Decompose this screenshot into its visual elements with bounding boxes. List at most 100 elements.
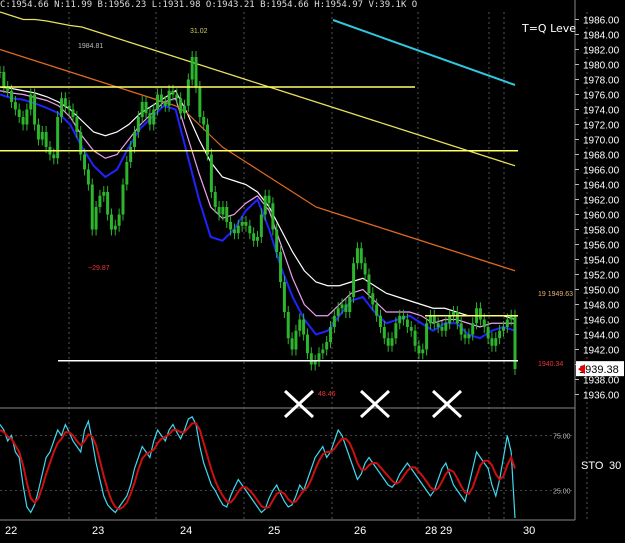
candle-body xyxy=(171,90,175,95)
candle-body xyxy=(302,319,306,335)
price-annotation: ~29.87 xyxy=(88,265,110,272)
price-tick-label: 1960.00 xyxy=(583,211,620,222)
candle-body xyxy=(140,102,144,117)
candle-body xyxy=(236,225,240,234)
candle-body xyxy=(221,207,225,215)
price-tick-label: 1966.00 xyxy=(583,166,620,177)
date-label: 26 xyxy=(354,525,366,537)
candle-body xyxy=(382,327,386,339)
price-tick-label: 1938.00 xyxy=(583,376,620,387)
candle-body xyxy=(463,334,467,339)
price-tick-label: 1950.00 xyxy=(583,286,620,297)
date-label: 29 xyxy=(440,525,452,537)
candle-body xyxy=(56,117,60,159)
candle-body xyxy=(17,109,21,117)
candle-body xyxy=(371,293,375,305)
candle-body xyxy=(305,334,309,354)
candle-body xyxy=(113,225,117,230)
price-tick-label: 1976.00 xyxy=(583,91,620,102)
candle-body xyxy=(256,237,259,241)
price-tick-label: 1980.00 xyxy=(583,61,620,72)
price-tick-label: 1968.00 xyxy=(583,151,620,162)
candle-body xyxy=(29,94,33,110)
candle-body xyxy=(229,222,233,230)
price-tick-label: 1974.00 xyxy=(583,106,620,117)
candle-body xyxy=(133,132,137,147)
candle-body xyxy=(344,304,348,312)
candle-body xyxy=(40,132,44,140)
stoch-tick-label: 75.00 xyxy=(553,434,571,441)
candle-body xyxy=(359,248,363,264)
candle-body xyxy=(129,147,133,162)
date-label: 28 xyxy=(425,525,437,537)
candle-body xyxy=(482,319,486,327)
candle-body xyxy=(394,323,398,339)
price-tick-label: 1984.00 xyxy=(583,31,620,42)
candle-body xyxy=(182,105,186,114)
candle-body xyxy=(478,308,482,320)
price-tick-label: 1970.00 xyxy=(583,136,620,147)
candle-body xyxy=(467,334,471,339)
candle-body xyxy=(352,263,356,297)
candle-body xyxy=(448,315,452,324)
candle-body xyxy=(378,315,382,327)
candle-body xyxy=(202,117,206,125)
date-label: 25 xyxy=(268,525,280,537)
candle-body xyxy=(33,94,37,125)
price-annotation: 1940.34 xyxy=(538,361,563,368)
candle-body xyxy=(13,102,17,110)
candle-body xyxy=(329,327,333,342)
price-annotation: 48.46 xyxy=(318,391,336,398)
candle-body xyxy=(332,315,336,327)
candle-body xyxy=(259,214,263,237)
candle-body xyxy=(263,195,267,215)
candle-body xyxy=(21,117,25,125)
indicator-label: T=Q Leve xyxy=(522,22,577,35)
candle-body xyxy=(494,338,498,346)
price-tick-label: 1964.00 xyxy=(583,181,620,192)
price-tick-label: 1986.00 xyxy=(583,16,620,27)
candle-body xyxy=(179,98,183,114)
price-tick-label: 1978.00 xyxy=(583,76,620,87)
candle-body xyxy=(336,308,340,316)
date-label: 30 xyxy=(523,525,535,537)
candle-body xyxy=(86,169,90,185)
candle-body xyxy=(67,105,71,110)
candle-body xyxy=(252,233,256,241)
candle-body xyxy=(98,195,102,207)
candle-body xyxy=(398,315,402,324)
price-tick-label: 1936.00 xyxy=(583,391,620,402)
price-tick-label: 1948.00 xyxy=(583,301,620,312)
candle-body xyxy=(417,345,421,354)
candle-body xyxy=(75,117,79,132)
candle-body xyxy=(240,222,244,226)
candle-body xyxy=(209,154,213,192)
candle-body xyxy=(217,207,221,215)
candle-body xyxy=(25,109,29,125)
candle-body xyxy=(390,338,394,346)
price-tick-label: 1942.00 xyxy=(583,346,620,357)
candle-body xyxy=(501,327,505,331)
price-annotation: 19 1949.63 xyxy=(538,291,573,298)
candle-body xyxy=(440,327,444,331)
candle-body xyxy=(156,94,160,110)
price-tick-label: 1962.00 xyxy=(583,196,620,207)
candle-body xyxy=(167,90,171,106)
candle-body xyxy=(117,214,121,226)
candle-body xyxy=(409,327,413,331)
price-chart: 1936.001938.001940.001942.001944.001946.… xyxy=(0,0,625,543)
candle-body xyxy=(71,109,75,117)
price-tick-label: 1946.00 xyxy=(583,316,620,327)
candle-body xyxy=(106,192,110,215)
candle-body xyxy=(102,192,106,196)
candle-body xyxy=(152,109,156,125)
candle-body xyxy=(405,319,409,327)
candle-body xyxy=(486,327,490,339)
price-annotation: 1984.81 xyxy=(78,43,103,50)
candle-body xyxy=(367,274,371,294)
candle-body xyxy=(325,342,329,350)
price-tick-label: 1956.00 xyxy=(583,241,620,252)
candle-body xyxy=(125,162,129,185)
candle-body xyxy=(121,184,125,215)
date-label: 23 xyxy=(92,525,104,537)
